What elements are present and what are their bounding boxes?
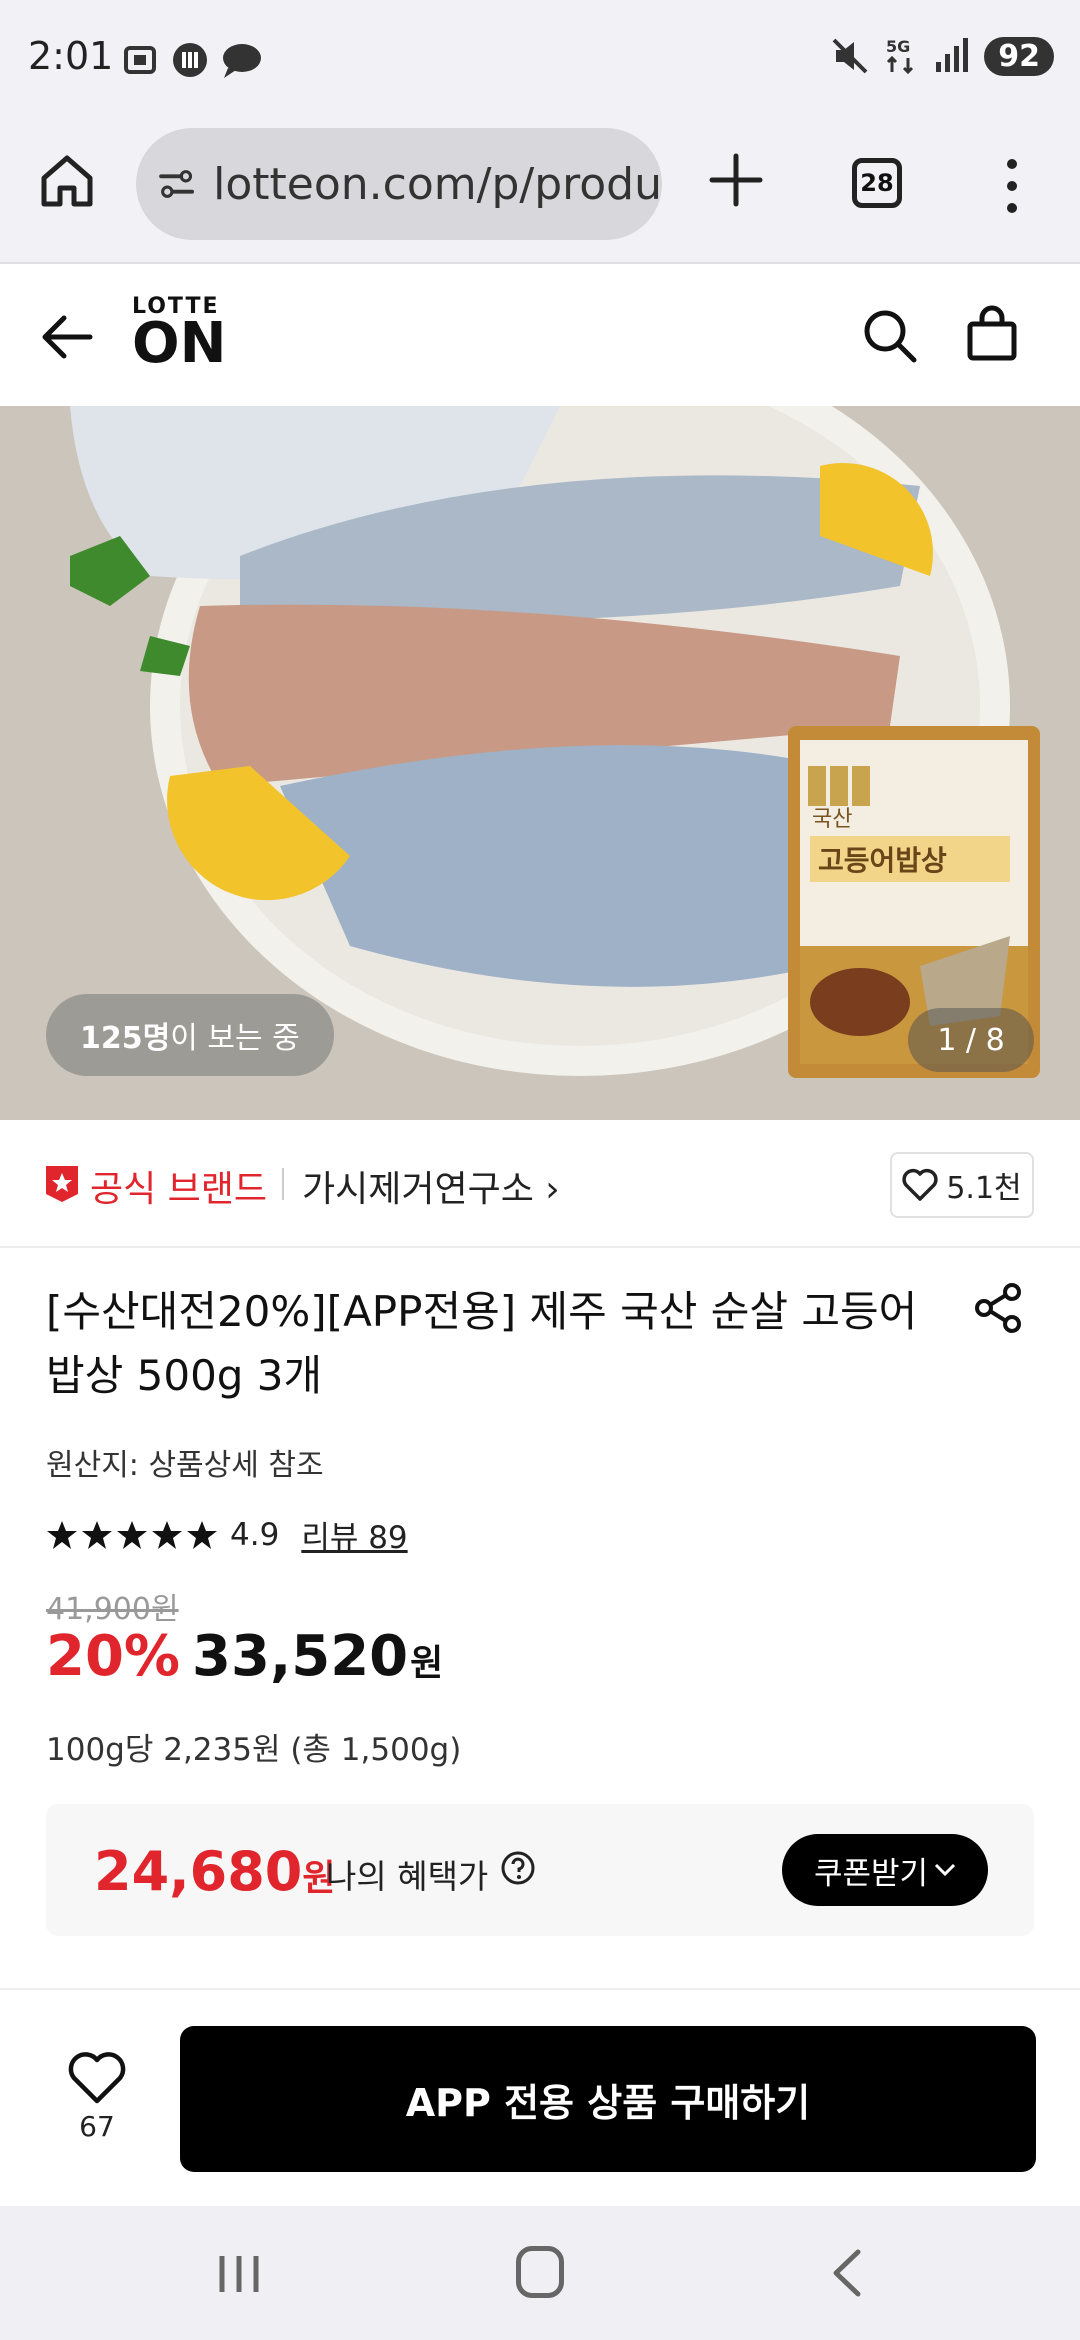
status-bar: 2:01 5G 92 [0,0,1080,122]
tab-switcher-button[interactable]: 28 [852,158,902,208]
share-icon[interactable] [970,1280,1026,1336]
site-settings-icon[interactable] [158,162,195,206]
price-currency: 원 [410,1643,444,1684]
star-icon [117,1520,147,1549]
discount-rate: 20% [46,1624,181,1689]
chevron-down-icon [934,1863,956,1877]
browser-toolbar: lotteon.com/p/produ 28 [0,122,1080,264]
battery-indicator: 92 [984,36,1054,76]
benefit-price: 24,680 원 [94,1840,336,1903]
heart-outline-icon [68,2052,126,2104]
rating-row: 4.9 리뷰 89 [46,1512,408,1557]
purchase-bar: 67 APP 전용 상품 구매하기 [0,1988,1080,2206]
app-header: LOTTE ON [0,264,1080,406]
star-icon [187,1520,217,1549]
home-icon[interactable] [38,152,96,210]
help-icon[interactable] [500,1850,536,1886]
like-button[interactable]: 67 [62,2050,132,2143]
brand-store-link[interactable]: 가시제거연구소 › [302,1160,560,1212]
benefit-price-value: 24,680 [94,1840,303,1903]
coupon-button[interactable]: 쿠폰받기 [782,1834,988,1906]
original-price: 41,900원 [46,1592,179,1627]
like-count: 67 [79,2110,115,2143]
back-arrow-icon[interactable] [40,310,94,364]
origin-info: 원산지: 상품상세 참조 [46,1448,324,1483]
search-icon[interactable] [860,306,920,366]
mute-icon [832,38,868,74]
viewers-suffix: 이 보는 중 [170,1021,300,1056]
heart-icon [902,1168,938,1201]
product-image-carousel[interactable]: 국산 고등어밥상 125명 이 보는 중 1 / 8 [0,406,1080,1120]
app-notification-icon [173,43,207,77]
brand-divider [282,1168,284,1200]
official-badge-icon [46,1166,78,1202]
official-brand-label: 공식 브랜드 [90,1169,268,1210]
signal-icon [936,38,969,72]
star-icon [152,1520,182,1549]
benefit-label: 나의 혜택가 [326,1857,489,1896]
package-label-main: 고등어밥상 [818,844,947,877]
rating-value: 4.9 [230,1516,280,1553]
brand-wish-button[interactable]: 5.1천 [890,1152,1034,1218]
status-left-icons [120,40,264,80]
viewers-badge: 125명 이 보는 중 [46,994,334,1076]
coupon-button-label: 쿠폰받기 [813,1855,929,1892]
chat-bubble-icon [223,44,261,78]
review-link[interactable]: 리뷰 89 [301,1512,407,1557]
brand-wish-count: 5.1천 [946,1171,1022,1206]
package-label-top: 국산 [812,807,852,832]
system-nav-bar [0,2206,1080,2340]
shopping-bag-icon[interactable] [962,304,1022,364]
svg-text:5G: 5G [886,37,910,56]
star-icon [82,1520,112,1549]
home-nav-icon[interactable] [516,2246,564,2298]
viewers-count: 125명 [80,1021,171,1056]
screenshot-icon [124,46,156,74]
product-title: [수산대전20%][APP전용] 제주 국산 순살 고등어밥상 500g 3개 [46,1287,918,1400]
star-icon [47,1520,77,1549]
logo-main-text: ON [132,311,227,376]
buy-button[interactable]: APP 전용 상품 구매하기 [180,2026,1036,2172]
price-row: 20% 33,520 원 [46,1624,443,1689]
unit-price: 100g당 2,235원 (총 1,500g) [46,1732,462,1768]
new-tab-icon[interactable] [704,148,768,212]
address-bar[interactable]: lotteon.com/p/produ [136,128,662,240]
5g-icon: 5G [886,37,914,75]
back-nav-icon[interactable] [826,2248,866,2298]
image-counter: 1 / 8 [908,1008,1034,1072]
more-menu-icon[interactable] [1002,158,1022,214]
sale-price: 33,520 [192,1624,409,1689]
lotte-on-logo[interactable]: LOTTE ON [132,294,227,376]
url-text: lotteon.com/p/produ [213,158,662,210]
status-time: 2:01 [28,34,114,78]
benefit-price-box: 24,680 원 나의 혜택가 쿠폰받기 [46,1804,1034,1936]
recent-apps-icon[interactable] [216,2252,262,2296]
status-right-icons: 5G 92 [830,36,1054,76]
brand-row: 공식 브랜드 가시제거연구소 › 5.1천 [0,1120,1080,1248]
rating-stars [46,1519,218,1551]
